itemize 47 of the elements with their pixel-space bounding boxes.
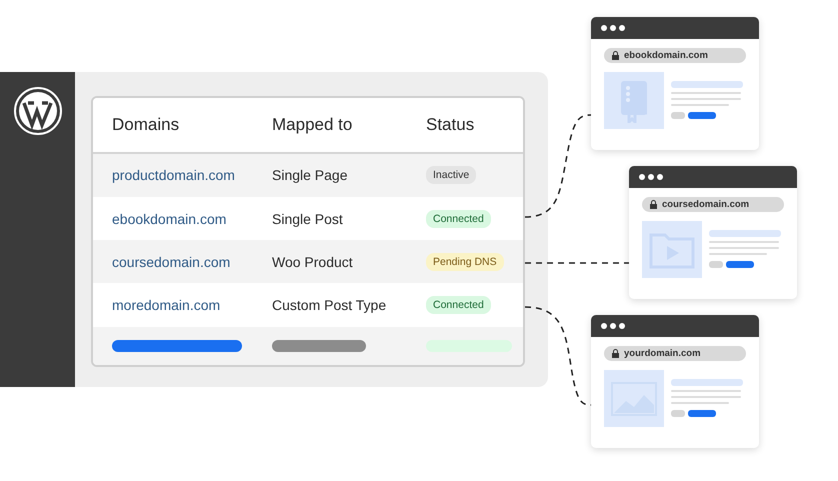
- status-badge: Connected: [426, 210, 491, 228]
- placeholder-line: [671, 104, 729, 106]
- window-dot: [610, 25, 616, 31]
- url-text: ebookdomain.com: [624, 50, 708, 61]
- placeholder-line: [709, 230, 781, 237]
- placeholder-line: [671, 92, 741, 94]
- column-header: Status: [426, 114, 476, 135]
- column-header: Domains: [112, 114, 180, 135]
- placeholder-line: [671, 396, 741, 398]
- url-text: yourdomain.com: [624, 348, 701, 359]
- placeholder-pill: [671, 410, 685, 417]
- lock-icon: [612, 349, 619, 358]
- window-dot: [657, 174, 663, 180]
- lock-icon: [612, 51, 619, 60]
- placeholder-line: [709, 241, 779, 243]
- status-badge: Connected: [426, 296, 491, 314]
- placeholder-line: [671, 390, 741, 392]
- placeholder-line: [709, 253, 767, 255]
- domain-link[interactable]: productdomain.com: [112, 167, 272, 184]
- placeholder-line: [671, 81, 743, 88]
- lock-icon: [650, 200, 657, 209]
- window-dot: [601, 25, 607, 31]
- url-text: coursedomain.com: [662, 199, 750, 210]
- placeholder-pill: [709, 261, 723, 268]
- window-dot: [610, 323, 616, 329]
- placeholder-line: [671, 98, 741, 100]
- window-dot: [619, 323, 625, 329]
- mapped-to-cell-text: Custom Post Type: [272, 296, 388, 313]
- domain-link[interactable]: ebookdomain.com: [112, 210, 272, 227]
- placeholder-line: [709, 247, 779, 249]
- window-dot: [639, 174, 645, 180]
- status-badge: Inactive: [426, 166, 476, 184]
- mapped-to-cell-text: Single Page: [272, 167, 349, 184]
- column-header: Mapped to: [272, 114, 354, 135]
- book-icon: [619, 78, 649, 122]
- placeholder-line: [671, 379, 743, 386]
- domain-link[interactable]: coursedomain.com: [112, 254, 272, 270]
- mapped-to-cell-text: Single Post: [272, 210, 344, 227]
- status-badge: Pending DNS: [426, 252, 504, 271]
- wordpress-logo: [12, 86, 62, 136]
- placeholder-pill: [671, 112, 685, 119]
- window-dot: [648, 174, 654, 180]
- domain-link[interactable]: moredomain.com: [112, 296, 272, 313]
- window-dot: [601, 323, 607, 329]
- window-dot: [619, 25, 625, 31]
- placeholder-line: [671, 402, 729, 404]
- mapped-to-cell-text: Woo Product: [272, 254, 354, 270]
